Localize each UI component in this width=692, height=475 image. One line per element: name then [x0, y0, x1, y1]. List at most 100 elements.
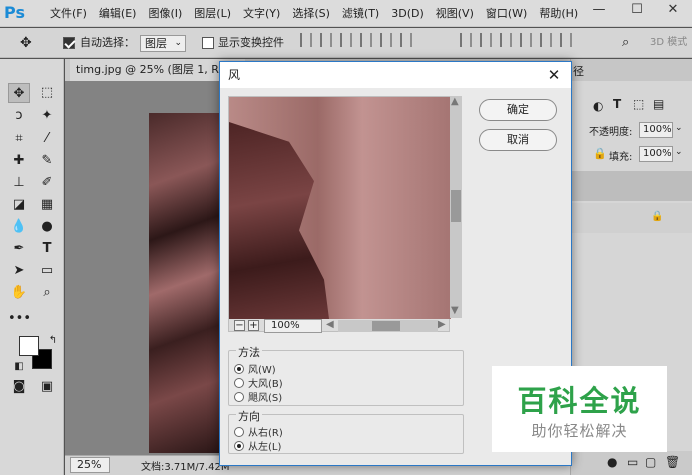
screen-mode-icon[interactable]: ▣ — [36, 377, 58, 397]
distribute-bottom-icon[interactable] — [500, 33, 512, 47]
watermark-title: 百科全说 — [517, 384, 642, 418]
smart-filter-icon[interactable]: ▤ — [653, 97, 664, 111]
from-right-label[interactable]: 从右(R) — [248, 424, 283, 439]
menu-view[interactable]: 视图(V) — [430, 0, 480, 27]
scroll-left-icon[interactable]: ◀ — [326, 319, 334, 330]
layer-row-background[interactable] — [571, 203, 692, 233]
crop-tool-icon[interactable]: ⌗ — [8, 129, 30, 149]
zoom-tool-icon[interactable]: ⌕ — [36, 283, 58, 303]
menu-filter[interactable]: 滤镜(T) — [336, 0, 385, 27]
method-wind-label[interactable]: 风(W) — [248, 361, 276, 376]
scroll-up-icon[interactable]: ▲ — [451, 96, 459, 107]
show-transform-checkbox[interactable] — [202, 37, 214, 49]
preview-zoom-select[interactable]: 100% — [264, 319, 322, 333]
layer-row-selected[interactable] — [571, 171, 692, 201]
gradient-tool-icon[interactable]: ▦ — [36, 195, 58, 215]
from-left-label[interactable]: 从左(L) — [248, 438, 281, 453]
scroll-right-icon[interactable]: ▶ — [438, 319, 446, 330]
fx-icon[interactable]: ● — [607, 455, 617, 469]
distribute-right-icon[interactable] — [560, 33, 572, 47]
align-left-icon[interactable] — [360, 33, 372, 47]
maximize-button[interactable]: ☐ — [618, 0, 656, 22]
shape-filter-icon[interactable]: ⬚ — [633, 97, 644, 111]
quick-mask-icon[interactable]: ◙ — [8, 377, 30, 397]
from-right-radio[interactable] — [234, 427, 244, 437]
marquee-tool-icon[interactable]: ⬚ — [36, 83, 58, 103]
cancel-button[interactable]: 取消 — [479, 129, 557, 151]
zoom-out-icon[interactable]: − — [234, 320, 245, 331]
stamp-tool-icon[interactable]: ⊥ — [8, 173, 30, 193]
distribute-left-icon[interactable] — [520, 33, 532, 47]
rectangle-tool-icon[interactable]: ▭ — [36, 261, 58, 281]
method-stagger-label[interactable]: 飓风(S) — [248, 389, 282, 404]
menu-edit[interactable]: 编辑(E) — [93, 0, 143, 27]
lock-icon[interactable]: 🔒 — [593, 147, 607, 160]
menu-window[interactable]: 窗口(W) — [480, 0, 533, 27]
distribute-top-icon[interactable] — [460, 33, 472, 47]
hscroll-thumb[interactable] — [372, 321, 400, 331]
align-vcenter-icon[interactable] — [320, 33, 332, 47]
new-layer-icon[interactable]: ▢ — [645, 455, 656, 469]
pen-tool-icon[interactable]: ✒ — [8, 239, 30, 259]
dodge-tool-icon[interactable]: ● — [36, 217, 58, 237]
menu-help[interactable]: 帮助(H) — [533, 0, 584, 27]
chevron-down-icon[interactable]: ⌄ — [675, 147, 683, 157]
panel-tab-paths[interactable]: 径 — [573, 63, 584, 79]
menu-select[interactable]: 选择(S) — [286, 0, 336, 27]
menu-layer[interactable]: 图层(L) — [188, 0, 237, 27]
eyedropper-icon[interactable]: ⁄ — [36, 129, 58, 149]
menu-3d[interactable]: 3D(D) — [385, 0, 430, 27]
zoom-field[interactable]: 25% — [70, 457, 110, 473]
align-hcenter-icon[interactable] — [380, 33, 392, 47]
chevron-down-icon[interactable]: ⌄ — [675, 123, 683, 133]
default-colors-icon[interactable]: ◧ — [8, 357, 30, 377]
method-wind-radio[interactable] — [234, 364, 244, 374]
brush-tool-icon[interactable]: ✎ — [36, 151, 58, 171]
distribute-vcenter-icon[interactable] — [480, 33, 492, 47]
type-filter-icon[interactable]: T — [613, 97, 621, 111]
path-select-icon[interactable]: ➤ — [8, 261, 30, 281]
ok-button[interactable]: 确定 — [479, 99, 557, 121]
delete-layer-icon[interactable]: 🗑 — [665, 455, 680, 469]
eraser-tool-icon[interactable]: ◪ — [8, 195, 30, 215]
preview-image[interactable] — [229, 97, 451, 319]
distribute-buttons[interactable] — [460, 33, 572, 53]
method-blast-label[interactable]: 大风(B) — [248, 375, 283, 390]
search-icon[interactable]: ⌕ — [622, 35, 629, 50]
auto-select-dropdown[interactable]: 图层 ⌄ — [140, 35, 186, 52]
distribute-hcenter-icon[interactable] — [540, 33, 552, 47]
align-buttons[interactable] — [300, 33, 412, 53]
from-left-radio[interactable] — [234, 441, 244, 451]
foreground-color-swatch[interactable] — [19, 336, 39, 356]
new-group-icon[interactable]: ▭ — [627, 455, 638, 469]
zoom-in-icon[interactable]: + — [248, 320, 259, 331]
history-brush-icon[interactable]: ✐ — [36, 173, 58, 193]
move-tool-icon[interactable]: ✥ — [20, 35, 32, 51]
align-top-icon[interactable] — [300, 33, 312, 47]
method-stagger-radio[interactable] — [234, 392, 244, 402]
scroll-down-icon[interactable]: ▼ — [451, 305, 459, 316]
close-window-button[interactable]: ✕ — [654, 0, 692, 22]
align-bottom-icon[interactable] — [340, 33, 352, 47]
close-icon[interactable]: ✕ — [543, 62, 565, 88]
menu-type[interactable]: 文字(Y) — [237, 0, 286, 27]
menu-file[interactable]: 文件(F) — [44, 0, 93, 27]
hand-tool-icon[interactable]: ✋ — [8, 283, 30, 303]
swap-colors-icon[interactable]: ↰ — [42, 331, 64, 351]
menu-image[interactable]: 图像(I) — [142, 0, 188, 27]
magic-wand-icon[interactable]: ✦ — [36, 106, 58, 126]
blur-tool-icon[interactable]: 💧 — [8, 217, 30, 237]
move-tool-icon[interactable]: ✥ — [8, 83, 30, 103]
vscroll-thumb[interactable] — [451, 190, 461, 222]
method-blast-radio[interactable] — [234, 378, 244, 388]
align-right-icon[interactable] — [400, 33, 412, 47]
fill-field[interactable]: 100% — [639, 146, 673, 162]
pixel-lock-icon[interactable]: ◐ — [593, 99, 603, 113]
healing-brush-icon[interactable]: ✚ — [8, 151, 30, 171]
opacity-field[interactable]: 100% — [639, 122, 673, 138]
minimize-button[interactable]: — — [580, 0, 618, 22]
auto-select-checkbox[interactable] — [63, 37, 75, 49]
type-tool-icon[interactable]: T — [36, 239, 58, 259]
more-tools-icon[interactable]: ••• — [8, 309, 31, 329]
lasso-tool-icon[interactable]: ↄ — [8, 106, 30, 126]
